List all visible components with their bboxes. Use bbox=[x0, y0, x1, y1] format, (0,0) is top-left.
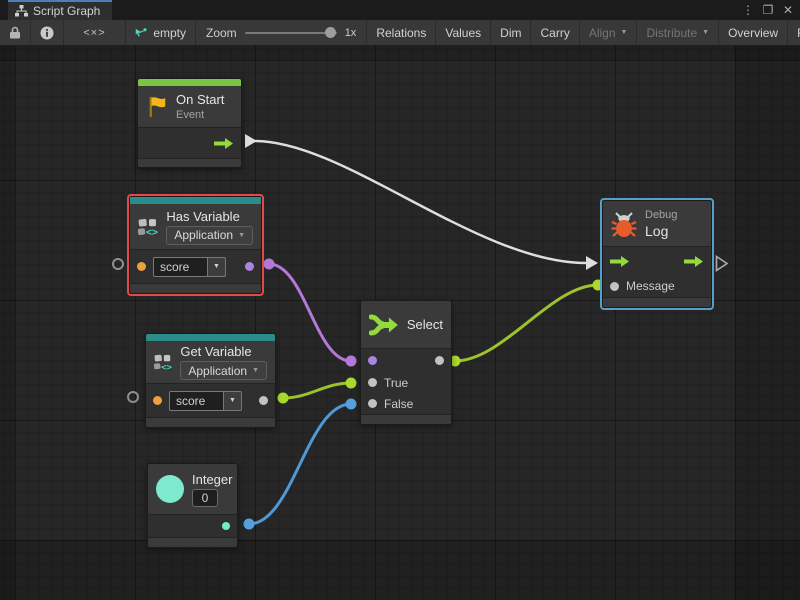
unconnected-port-indicator bbox=[127, 391, 139, 403]
node-select[interactable]: Select True False bbox=[360, 300, 452, 425]
chevron-down-icon: ▼ bbox=[229, 397, 236, 404]
select-merge-icon bbox=[369, 313, 399, 337]
control-input-port[interactable] bbox=[610, 255, 630, 268]
chevron-down-icon: ▼ bbox=[213, 263, 220, 270]
chevron-down-icon: ▼ bbox=[238, 232, 245, 239]
false-input-port[interactable] bbox=[368, 399, 377, 408]
node-title: On Start bbox=[176, 92, 224, 107]
scope-dropdown[interactable]: Application ▼ bbox=[166, 226, 253, 245]
control-output-port[interactable] bbox=[684, 255, 704, 268]
node-subtitle: Event bbox=[176, 109, 224, 121]
name-input-port[interactable] bbox=[137, 262, 146, 271]
svg-text:<>: <> bbox=[146, 227, 158, 238]
message-port-label: Message bbox=[626, 279, 675, 293]
svg-text:<>: <> bbox=[161, 362, 172, 373]
variable-name-value[interactable]: score bbox=[153, 257, 207, 277]
variable-name-value[interactable]: score bbox=[169, 391, 223, 411]
chevron-down-icon: ▼ bbox=[252, 367, 259, 374]
wire-onstart-to-log[interactable] bbox=[245, 134, 598, 270]
node-has-variable[interactable]: <> Has Variable Application ▼ score ▼ bbox=[127, 194, 264, 296]
value-output-port[interactable] bbox=[259, 396, 268, 405]
event-strip bbox=[138, 79, 241, 86]
node-integer[interactable]: Integer 0 bbox=[147, 463, 238, 548]
scope-label: Application bbox=[174, 228, 233, 242]
control-output-port[interactable] bbox=[214, 137, 234, 150]
bug-icon bbox=[611, 210, 637, 238]
scope-label: Application bbox=[188, 364, 247, 378]
condition-input-port[interactable] bbox=[368, 356, 377, 365]
wire-hasvariable-to-select[interactable] bbox=[264, 259, 357, 367]
node-title: Get Variable bbox=[180, 344, 267, 359]
integer-type-icon bbox=[156, 475, 184, 503]
message-input-port[interactable] bbox=[610, 282, 619, 291]
variables-icon: <> bbox=[154, 350, 172, 374]
integer-value-field[interactable]: 0 bbox=[192, 489, 218, 507]
node-category: Debug bbox=[645, 209, 677, 221]
variable-strip bbox=[146, 334, 275, 341]
node-title: Log bbox=[645, 223, 677, 239]
variable-name-dropdown[interactable]: ▼ bbox=[223, 391, 242, 411]
scope-dropdown[interactable]: Application ▼ bbox=[180, 361, 267, 380]
true-port-label: True bbox=[384, 376, 408, 390]
true-input-port[interactable] bbox=[368, 378, 377, 387]
unconnected-flow-indicator bbox=[715, 255, 729, 277]
unity-graph-window: Script Graph ⋮ ❐ ✕ <×> bbox=[0, 0, 800, 600]
variable-name-dropdown[interactable]: ▼ bbox=[207, 257, 226, 277]
value-output-port[interactable] bbox=[222, 522, 230, 530]
bool-output-port[interactable] bbox=[245, 262, 254, 271]
variable-strip bbox=[130, 197, 261, 204]
variables-icon: <> bbox=[138, 215, 158, 239]
selection-output-port[interactable] bbox=[435, 356, 444, 365]
node-get-variable[interactable]: <> Get Variable Application ▼ score ▼ bbox=[145, 333, 276, 428]
node-title: Has Variable bbox=[166, 209, 253, 224]
node-debug-log[interactable]: Debug Log Message bbox=[600, 198, 714, 310]
variable-name-field[interactable]: score ▼ bbox=[153, 257, 226, 277]
false-port-label: False bbox=[384, 397, 413, 411]
node-on-start[interactable]: On Start Event bbox=[137, 78, 242, 168]
name-input-port[interactable] bbox=[153, 396, 162, 405]
wire-select-to-log[interactable] bbox=[450, 280, 604, 367]
wire-getvariable-to-select[interactable] bbox=[278, 378, 357, 404]
node-title: Integer bbox=[192, 472, 232, 487]
unconnected-port-indicator bbox=[112, 258, 124, 270]
variable-name-field[interactable]: score ▼ bbox=[169, 391, 242, 411]
flag-icon bbox=[146, 94, 168, 120]
node-title: Select bbox=[407, 317, 443, 332]
